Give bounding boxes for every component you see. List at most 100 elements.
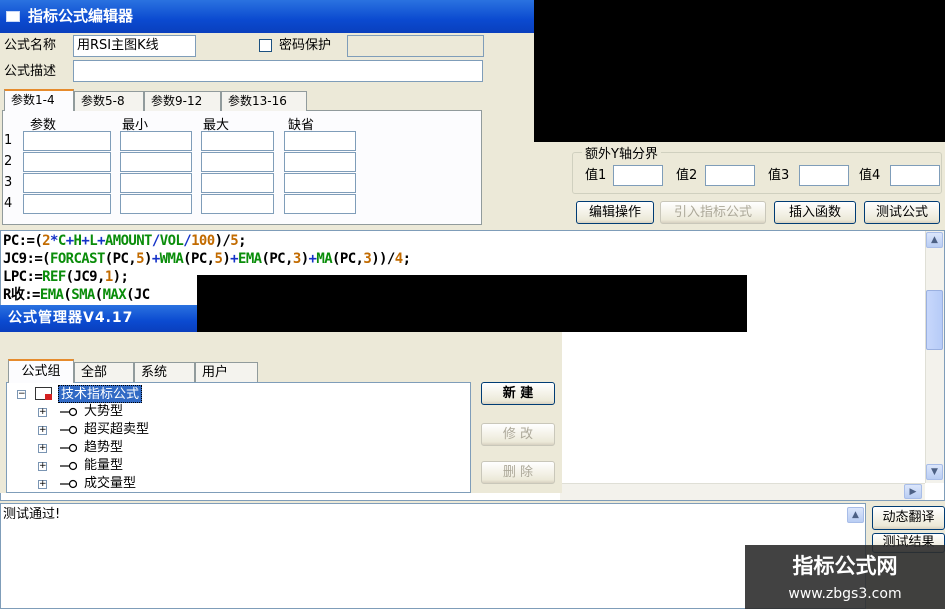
modify-formula-button[interactable]: 修 改: [481, 423, 555, 446]
param-4-max[interactable]: [201, 194, 274, 214]
scroll-right-icon[interactable]: ▶: [904, 484, 922, 499]
code-token: FORCAST: [49, 251, 105, 267]
code-line[interactable]: JC9:=(FORCAST(PC,5)+WMA(PC,5)+EMA(PC,3)+…: [3, 249, 411, 269]
param-2-min[interactable]: [120, 152, 192, 172]
insert-function-button[interactable]: 插入函数: [774, 201, 856, 224]
editor-scrollbar[interactable]: [925, 231, 944, 483]
test-formula-button[interactable]: 测试公式: [864, 201, 940, 224]
code-token: ;: [402, 251, 411, 267]
param-3-min[interactable]: [120, 173, 192, 193]
code-token: ): [300, 251, 309, 267]
code-token: /: [151, 233, 160, 249]
code-token: PC:=(: [3, 233, 43, 249]
code-line[interactable]: PC:=(2*C+H+L+AMOUNT/VOL/100)/5;: [3, 231, 247, 251]
param-3-name[interactable]: [23, 173, 111, 193]
code-token: 5: [230, 233, 239, 249]
code-token: SMA: [71, 287, 95, 303]
expand-icon[interactable]: +: [38, 426, 47, 435]
manager-titlebar[interactable]: 公式管理器V4.17: [0, 305, 197, 332]
tree-root-label[interactable]: 技术指标公式: [58, 385, 143, 403]
y-value-4-label: 值4: [859, 168, 881, 183]
tree-item[interactable]: 能量型: [84, 457, 123, 475]
delete-formula-button[interactable]: 删 除: [481, 461, 555, 484]
param-1-default[interactable]: [284, 131, 356, 151]
new-formula-button[interactable]: 新 建: [481, 382, 555, 405]
code-token: +: [230, 251, 239, 267]
y-value-1-label: 值1: [585, 168, 607, 183]
window-icon: [6, 11, 20, 22]
code-token: ): [143, 251, 152, 267]
param-1-name[interactable]: [23, 131, 111, 151]
tab-params-5-8[interactable]: 参数5-8: [74, 91, 144, 111]
tab-params-1-4[interactable]: 参数1-4: [4, 89, 74, 111]
dynamic-translate-button[interactable]: 动态翻译: [872, 506, 945, 530]
formula-desc-label: 公式描述: [4, 64, 57, 79]
code-token: L: [89, 233, 98, 249]
y-value-3-input[interactable]: [799, 165, 849, 186]
param-1-max[interactable]: [201, 131, 274, 151]
collapse-icon[interactable]: −: [17, 390, 26, 399]
row-header-4: 4: [4, 196, 13, 211]
expand-icon[interactable]: +: [38, 480, 47, 489]
import-formula-button[interactable]: 引入指标公式: [660, 201, 766, 224]
tab-all[interactable]: 全部: [74, 362, 134, 382]
y-value-4-input[interactable]: [890, 165, 940, 186]
code-token: LPC:=: [3, 269, 43, 285]
formula-name-input[interactable]: 用RSI主图K线: [73, 35, 196, 57]
expand-icon[interactable]: +: [38, 462, 47, 471]
code-token: (: [94, 287, 103, 303]
editor-hscrollbar[interactable]: [560, 483, 925, 500]
tree-item[interactable]: 成交量型: [84, 475, 136, 493]
param-4-min[interactable]: [120, 194, 192, 214]
code-token: WMA: [159, 251, 184, 267]
scroll-thumb[interactable]: [926, 290, 943, 350]
row-header-3: 3: [4, 175, 13, 190]
tab-params-9-12[interactable]: 参数9-12: [144, 91, 221, 111]
param-2-name[interactable]: [23, 152, 111, 172]
code-token: C: [57, 233, 66, 249]
password-checkbox[interactable]: [259, 39, 272, 52]
scroll-down-icon[interactable]: ▼: [926, 464, 943, 480]
param-2-default[interactable]: [284, 152, 356, 172]
code-line[interactable]: LPC:=REF(JC9,1);: [3, 267, 129, 287]
tab-system[interactable]: 系统: [134, 362, 195, 382]
expand-icon[interactable]: +: [38, 408, 47, 417]
formula-name-label: 公式名称: [4, 38, 57, 53]
editor-titlebar[interactable]: 指标公式编辑器: [0, 0, 534, 33]
code-token: JC9:=(: [3, 251, 51, 267]
key-icon: [60, 443, 77, 453]
formula-desc-input[interactable]: [73, 60, 483, 82]
redacted-region-middle: [197, 275, 747, 332]
param-2-max[interactable]: [201, 152, 274, 172]
y-value-2-input[interactable]: [705, 165, 755, 186]
code-token: /: [183, 233, 192, 249]
code-token: +: [65, 233, 74, 249]
code-token: REF: [42, 269, 66, 285]
tree-item[interactable]: 大势型: [84, 403, 123, 421]
edit-ops-button[interactable]: 编辑操作: [576, 201, 654, 224]
code-token: )/: [214, 233, 231, 249]
code-token: EMA: [238, 251, 262, 267]
param-4-default[interactable]: [284, 194, 356, 214]
code-token: (PC,: [104, 251, 137, 267]
param-1-min[interactable]: [120, 131, 192, 151]
row-header-1: 1: [4, 133, 13, 148]
code-line[interactable]: R收:=EMA(SMA(MAX(JC: [3, 285, 150, 305]
code-token: (PC,: [183, 251, 215, 267]
tab-params-13-16[interactable]: 参数13-16: [221, 91, 307, 111]
status-scroll-up-icon[interactable]: ▲: [847, 507, 864, 523]
password-label: 密码保护: [279, 38, 332, 53]
scroll-up-icon[interactable]: ▲: [926, 232, 943, 248]
tree-item[interactable]: 超买超卖型: [84, 421, 149, 439]
param-4-name[interactable]: [23, 194, 111, 214]
tree-item[interactable]: 趋势型: [84, 439, 123, 457]
param-3-max[interactable]: [201, 173, 274, 193]
y-value-1-input[interactable]: [613, 165, 663, 186]
password-input[interactable]: [347, 35, 484, 57]
tab-formula-group[interactable]: 公式组: [8, 359, 74, 383]
tab-user[interactable]: 用户: [195, 362, 258, 382]
code-token: *: [50, 233, 58, 249]
param-3-default[interactable]: [284, 173, 356, 193]
expand-icon[interactable]: +: [38, 444, 47, 453]
code-token: ))/: [371, 251, 395, 267]
